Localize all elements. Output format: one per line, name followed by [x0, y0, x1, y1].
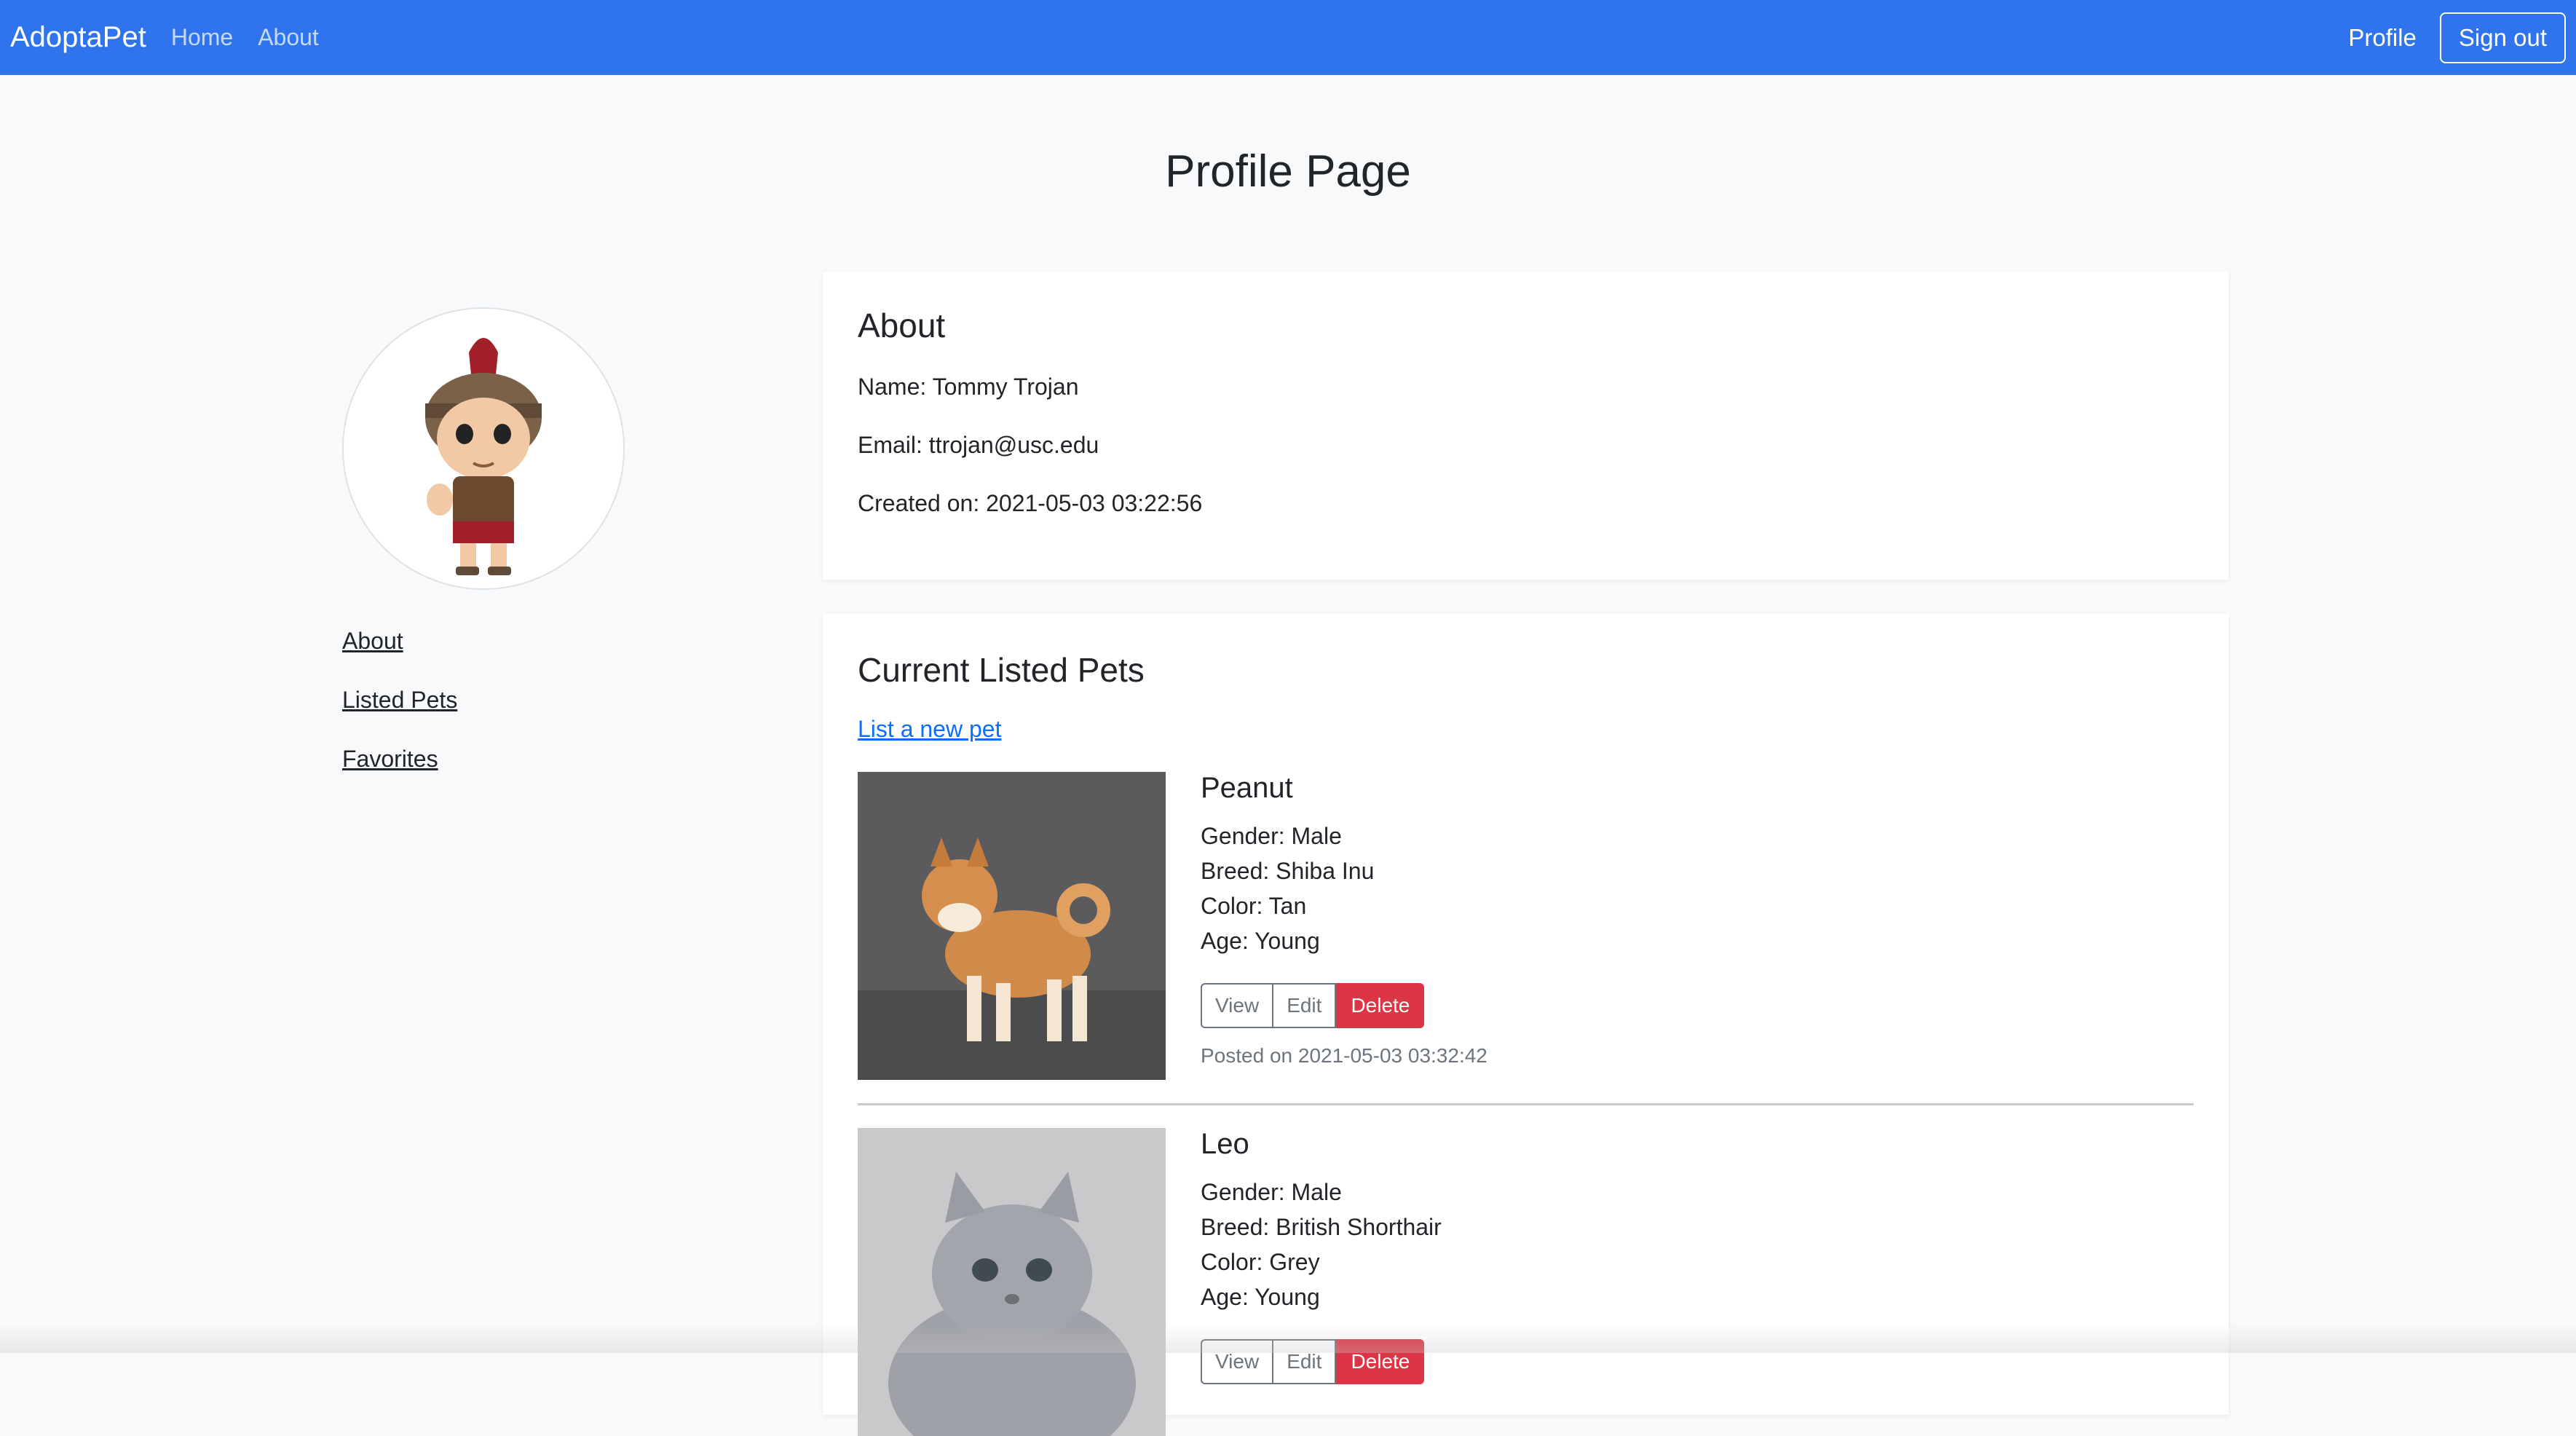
bottom-fade [0, 1324, 2576, 1353]
sign-out-button[interactable]: Sign out [2439, 12, 2566, 63]
about-created: Created on: 2021-05-03 03:22:56 [858, 490, 1203, 516]
pet-color: Color: Grey [1201, 1249, 1320, 1275]
edit-button[interactable]: Edit [1273, 983, 1337, 1028]
pets-heading: Current Listed Pets [858, 651, 1145, 689]
pet-posted-date: Posted on 2021-05-03 03:32:42 [1201, 1044, 1487, 1067]
navbar: AdoptaPet Home About Profile Sign out [0, 0, 2576, 75]
brand-logo[interactable]: AdoptaPet [10, 21, 146, 54]
pet-card: Peanut Gender: Male Breed: Shiba Inu Col… [858, 772, 2194, 1080]
nav-link-about[interactable]: About [258, 24, 319, 51]
pet-photo[interactable] [858, 1128, 1166, 1436]
page-title: Profile Page [1165, 146, 1411, 197]
nav-right: Profile Sign out [2348, 12, 2566, 63]
dog-photo-icon [858, 772, 1166, 1080]
pet-photo[interactable] [858, 772, 1166, 1080]
trojan-figure-icon [425, 338, 542, 575]
about-heading: About [858, 307, 946, 344]
pet-gender: Gender: Male [1201, 823, 1342, 849]
delete-button[interactable]: Delete [1336, 983, 1425, 1028]
pet-name: Leo [1201, 1128, 1249, 1160]
list-new-pet-link[interactable]: List a new pet [858, 716, 1001, 743]
pet-breed: Breed: Shiba Inu [1201, 858, 1375, 884]
pet-breed: Breed: British Shorthair [1201, 1214, 1442, 1240]
pet-divider [858, 1103, 2194, 1105]
sidebar-item-favorites[interactable]: Favorites [342, 746, 457, 773]
sidebar: About Listed Pets Favorites [342, 628, 457, 805]
about-name: Name: Tommy Trojan [858, 374, 1079, 400]
about-email: Email: ttrojan@usc.edu [858, 432, 1099, 458]
pet-age: Age: Young [1201, 1284, 1320, 1310]
about-card: About Name: Tommy Trojan Email: ttrojan@… [823, 272, 2229, 580]
pet-card: Leo Gender: Male Breed: British Shorthai… [858, 1128, 2194, 1436]
pets-card: Current Listed Pets List a new pet Peanu… [823, 614, 2229, 1436]
pet-color: Color: Tan [1201, 893, 1307, 919]
pet-gender: Gender: Male [1201, 1179, 1342, 1205]
view-button[interactable]: View [1201, 983, 1274, 1028]
pet-attributes: Gender: Male Breed: Shiba Inu Color: Tan… [1201, 818, 1374, 958]
pet-age: Age: Young [1201, 928, 1320, 954]
sidebar-item-about[interactable]: About [342, 628, 457, 655]
pet-actions: View Edit Delete [1201, 983, 1425, 1028]
cat-photo-icon [858, 1128, 1166, 1436]
avatar [342, 307, 625, 590]
pet-name: Peanut [1201, 772, 1293, 804]
sidebar-item-listed-pets[interactable]: Listed Pets [342, 687, 457, 714]
nav-link-profile[interactable]: Profile [2348, 24, 2417, 52]
nav-link-home[interactable]: Home [171, 24, 233, 51]
pet-attributes: Gender: Male Breed: British Shorthair Co… [1201, 1175, 1442, 1314]
